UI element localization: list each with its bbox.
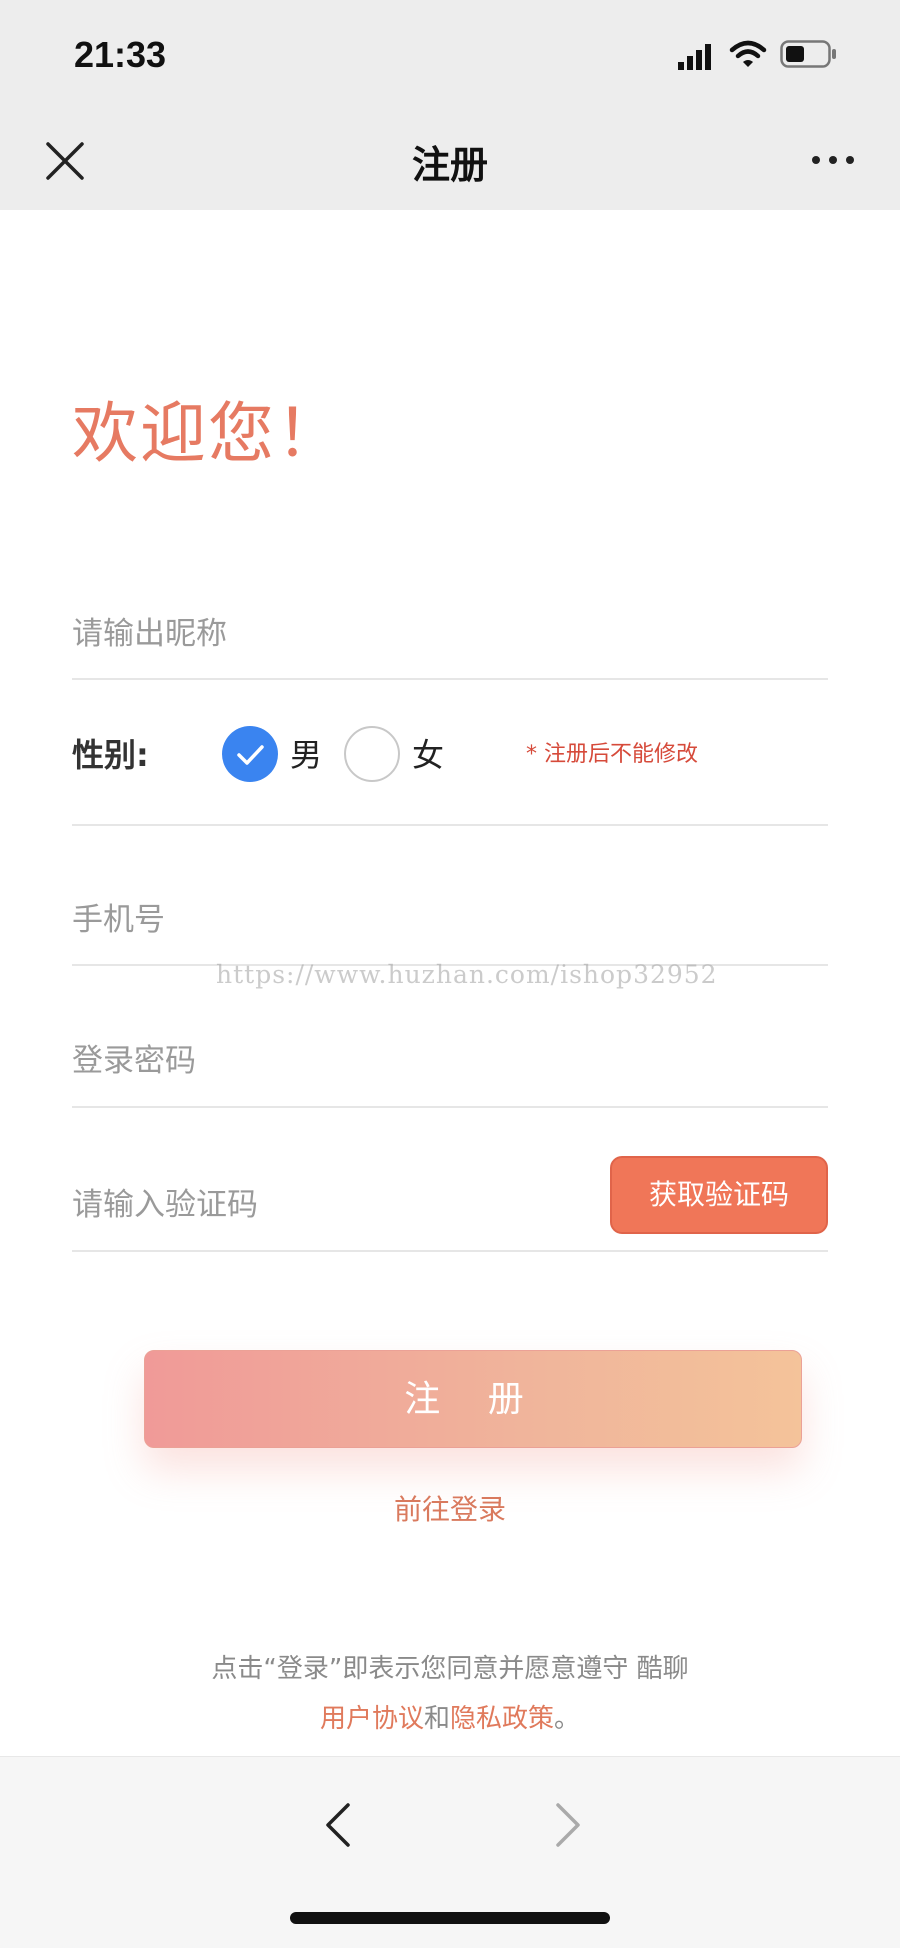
status-time: 21:33 bbox=[74, 34, 167, 75]
home-indicator bbox=[290, 1912, 610, 1924]
status-icons bbox=[676, 38, 856, 74]
phone-field-row bbox=[72, 876, 828, 966]
get-code-button[interactable]: 获取验证码 bbox=[610, 1156, 828, 1234]
welcome-heading: 欢迎您！ bbox=[72, 395, 344, 472]
nav-bar: 注册 bbox=[0, 106, 900, 210]
gender-radio-male[interactable] bbox=[222, 726, 278, 782]
password-field-row bbox=[72, 1016, 828, 1108]
more-icon[interactable] bbox=[808, 140, 858, 180]
agreement-end: 。 bbox=[554, 1704, 581, 1734]
agreement-line1: 点击“登录”即表示您同意并愿意遵守 酷聊 bbox=[211, 1654, 689, 1684]
back-arrow-icon[interactable] bbox=[318, 1797, 358, 1853]
verification-code-input[interactable] bbox=[72, 1156, 592, 1250]
wifi-icon bbox=[729, 40, 767, 67]
password-input[interactable] bbox=[72, 1016, 828, 1106]
status-bar: 21:33 bbox=[0, 0, 900, 106]
gender-label: 性别: bbox=[72, 736, 149, 774]
gender-male-label[interactable]: 男 bbox=[290, 730, 322, 776]
watermark: https://www.huzhan.com/ishop32952 bbox=[216, 960, 718, 989]
gender-female-label[interactable]: 女 bbox=[412, 730, 444, 776]
goto-login-link[interactable]: 前往登录 bbox=[0, 1488, 900, 1528]
forward-arrow-icon[interactable] bbox=[548, 1797, 588, 1853]
privacy-policy-link[interactable]: 隐私政策 bbox=[450, 1704, 554, 1734]
agreement-text: 点击“登录”即表示您同意并愿意遵守 酷聊 用户协议和隐私政策。 bbox=[0, 1644, 900, 1744]
gender-row: 性别: 男 女 * 注册后不能修改 bbox=[72, 700, 828, 826]
battery-icon bbox=[780, 40, 836, 68]
gender-radio-female[interactable] bbox=[344, 726, 400, 782]
nickname-field-row bbox=[72, 590, 828, 680]
check-icon bbox=[237, 745, 264, 765]
nickname-input[interactable] bbox=[72, 590, 828, 678]
page-title: 注册 bbox=[411, 143, 488, 187]
register-button[interactable]: 注 册 bbox=[144, 1350, 802, 1448]
user-agreement-link[interactable]: 用户协议 bbox=[320, 1704, 424, 1734]
agreement-line2: 用户协议和隐私政策。 bbox=[0, 1694, 900, 1744]
phone-input[interactable] bbox=[72, 876, 828, 964]
gender-note: * 注册后不能修改 bbox=[526, 742, 698, 767]
signal-icon bbox=[678, 44, 711, 70]
agreement-and: 和 bbox=[423, 1704, 450, 1734]
